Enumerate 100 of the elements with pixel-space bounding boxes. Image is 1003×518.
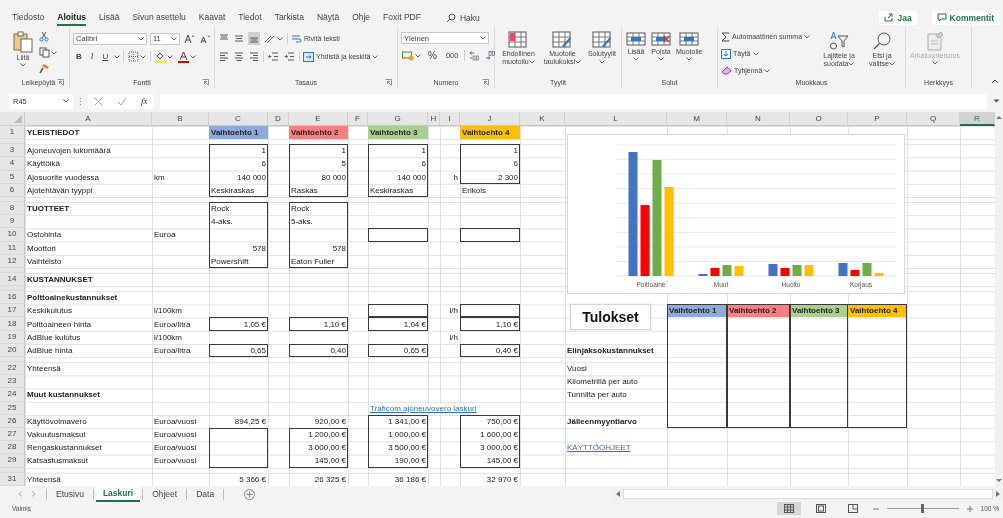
row-header[interactable]: 9 <box>0 215 25 229</box>
scroll-up-icon[interactable] <box>996 115 1002 120</box>
column-header[interactable]: I <box>440 112 460 126</box>
horizontal-align-button[interactable] <box>233 50 245 63</box>
previous-sheet-icon[interactable] <box>18 491 23 497</box>
row-header[interactable]: 3 <box>0 144 25 158</box>
menu-tab[interactable]: Näytä <box>316 9 340 26</box>
row-header[interactable]: 23 <box>0 375 25 389</box>
row-header[interactable]: 24 <box>0 388 25 402</box>
row-header[interactable]: 29 <box>0 454 25 468</box>
copy-button[interactable] <box>38 46 58 59</box>
column-header[interactable]: F <box>348 112 368 126</box>
underline-button[interactable]: U <box>99 50 112 63</box>
menu-tab[interactable]: Tiedot <box>238 9 262 26</box>
row-header[interactable]: 16 <box>0 291 25 305</box>
column-header[interactable]: K <box>520 112 565 126</box>
column-header[interactable]: C <box>209 112 268 126</box>
row-header[interactable]: 10 <box>0 228 25 242</box>
menu-tab[interactable]: Tiedosto <box>12 9 45 26</box>
row-header[interactable]: 18 <box>0 317 25 331</box>
insert-function-button[interactable]: fx <box>141 96 148 106</box>
font-color-button[interactable] <box>177 50 198 63</box>
column-header[interactable]: L <box>565 112 667 126</box>
dialog-launcher-icon[interactable] <box>57 79 64 86</box>
horizontal-align-button[interactable] <box>218 50 230 63</box>
collapse-ribbon-icon[interactable] <box>991 79 999 84</box>
horizontal-scrollbar[interactable] <box>613 488 1003 500</box>
table-cell: Vakuutusmaksut <box>27 430 86 440</box>
row-header[interactable]: 28 <box>0 441 25 455</box>
column-header[interactable]: M <box>667 112 727 126</box>
menu-tab[interactable]: Tarkista <box>274 9 304 26</box>
increase-indent-button[interactable] <box>283 50 296 63</box>
column-header[interactable]: H <box>428 112 440 126</box>
comments-button[interactable]: Kommentit <box>931 10 999 25</box>
horizontal-align-button[interactable] <box>248 50 260 63</box>
table-cell: Rock <box>291 204 310 214</box>
sheet-tab[interactable]: Laskuri <box>95 486 141 502</box>
column-header[interactable]: O <box>790 112 848 126</box>
check-icon[interactable] <box>117 96 127 106</box>
percent-button[interactable]: % <box>425 49 440 62</box>
expand-icon[interactable] <box>993 99 1000 103</box>
sheet-tab[interactable]: Data <box>189 486 222 502</box>
row-header[interactable]: 17 <box>0 304 25 318</box>
column-header[interactable]: N <box>727 112 790 126</box>
column-header[interactable]: B <box>152 112 209 126</box>
column-header[interactable]: R <box>960 112 995 126</box>
italic-button[interactable]: I <box>87 50 97 63</box>
zoom-in-icon[interactable] <box>966 505 973 512</box>
add-sheet-icon[interactable] <box>244 488 256 500</box>
search-field[interactable]: Haku <box>445 12 480 23</box>
row-header[interactable]: 1 <box>0 126 25 140</box>
table-cell: Euroa/vuosi <box>154 430 197 440</box>
scroll-down-icon[interactable] <box>996 478 1002 483</box>
fill-color-button[interactable] <box>154 50 175 63</box>
menu-tab[interactable]: Lisää <box>99 9 120 26</box>
column-header[interactable]: A <box>25 112 152 126</box>
menu-tab[interactable]: Foxit PDF <box>383 9 421 26</box>
row-header[interactable]: 22 <box>0 362 25 376</box>
decrease-indent-button[interactable] <box>267 50 280 63</box>
menu-tab[interactable]: Aloitus <box>57 9 87 26</box>
scroll-thumb[interactable] <box>623 489 993 499</box>
dialog-launcher-icon[interactable] <box>202 79 209 86</box>
shrink-font-button[interactable] <box>199 32 212 45</box>
next-sheet-icon[interactable] <box>31 491 36 497</box>
table-cell: 0,40 <box>330 345 346 355</box>
zoom-out-icon[interactable] <box>872 505 879 512</box>
menu-tab[interactable]: Ohje <box>352 9 371 26</box>
column-header[interactable]: E <box>289 112 348 126</box>
menu-tab[interactable]: Sivun asettelu <box>132 9 186 26</box>
scroll-right-icon[interactable] <box>996 491 1000 497</box>
scroll-left-icon[interactable] <box>616 491 620 497</box>
sheet-tab[interactable]: Ohjeet <box>145 486 185 502</box>
grow-font-button[interactable] <box>183 32 196 45</box>
merge-cells-icon <box>303 51 314 62</box>
bar <box>850 270 860 276</box>
column-header[interactable]: G <box>368 112 428 126</box>
sheet-tab[interactable]: Etusivu <box>49 486 91 502</box>
decrease-decimal-button[interactable] <box>484 49 498 62</box>
increase-decimal-button[interactable] <box>468 49 482 62</box>
share-button[interactable]: Jaa <box>879 10 917 25</box>
borders-button[interactable] <box>127 50 148 63</box>
zoom-slider-thumb[interactable] <box>921 504 925 513</box>
bold-button[interactable]: B <box>73 50 85 63</box>
view-button[interactable] <box>776 502 801 515</box>
column-header[interactable]: J <box>460 112 520 126</box>
column-header[interactable]: Q <box>907 112 960 126</box>
table-cell: Yhteensä <box>27 364 61 374</box>
dialog-launcher-icon[interactable] <box>385 79 392 86</box>
vertical-align-button[interactable] <box>233 32 245 45</box>
column-header[interactable]: D <box>268 112 289 126</box>
dialog-launcher-icon[interactable] <box>482 79 489 86</box>
currency-button[interactable] <box>401 49 422 62</box>
column-header[interactable]: P <box>848 112 907 126</box>
link[interactable]: KÄYTTÖOHJEET <box>567 443 631 453</box>
link[interactable]: Traficom ajoneuvovero laskuri <box>370 403 477 413</box>
table-cell: 1 <box>341 146 346 156</box>
menu-tab[interactable]: Kaavat <box>198 9 226 26</box>
cancel-icon[interactable] <box>94 96 103 106</box>
comment-icon <box>936 13 947 22</box>
row-header[interactable]: 4 <box>0 157 25 171</box>
